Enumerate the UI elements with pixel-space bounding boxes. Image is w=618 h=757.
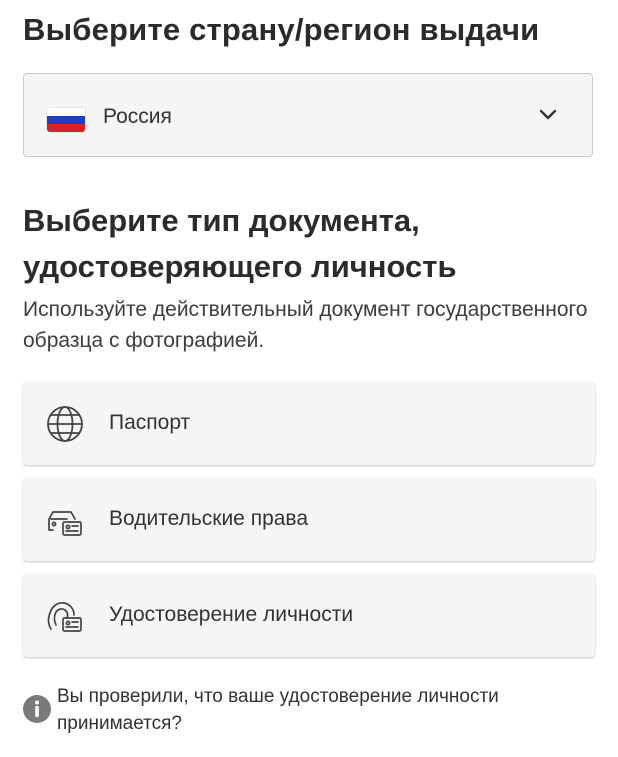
info-icon <box>23 695 51 723</box>
option-id-card-label: Удостоверение личности <box>109 603 354 626</box>
id-acceptance-link[interactable]: Вы проверили, что ваше удостоверение лич… <box>57 683 597 737</box>
car-id-icon <box>48 511 82 536</box>
option-id-card[interactable]: Удостоверение личности <box>23 574 595 657</box>
document-type-subtitle: Используйте действительный документ госу… <box>23 298 588 352</box>
page: Выберите страну/регион выдачи Россия Выб… <box>0 0 618 757</box>
selected-country: Россия <box>103 105 172 128</box>
chevron-down-icon <box>539 109 557 120</box>
option-drivers-license[interactable]: Водительские права <box>23 478 595 561</box>
option-passport-label: Паспорт <box>109 411 191 434</box>
globe-icon <box>47 406 83 442</box>
russia-flag-icon <box>47 108 85 132</box>
country-select[interactable]: Россия <box>23 73 593 157</box>
option-passport[interactable]: Паспорт <box>23 382 595 465</box>
document-type-heading: Выберите тип документа, удостоверяющего … <box>23 203 457 284</box>
person-id-icon <box>47 602 82 632</box>
country-heading: Выберите страну/регион выдачи <box>23 12 540 47</box>
option-drivers-license-label: Водительские права <box>109 507 309 530</box>
